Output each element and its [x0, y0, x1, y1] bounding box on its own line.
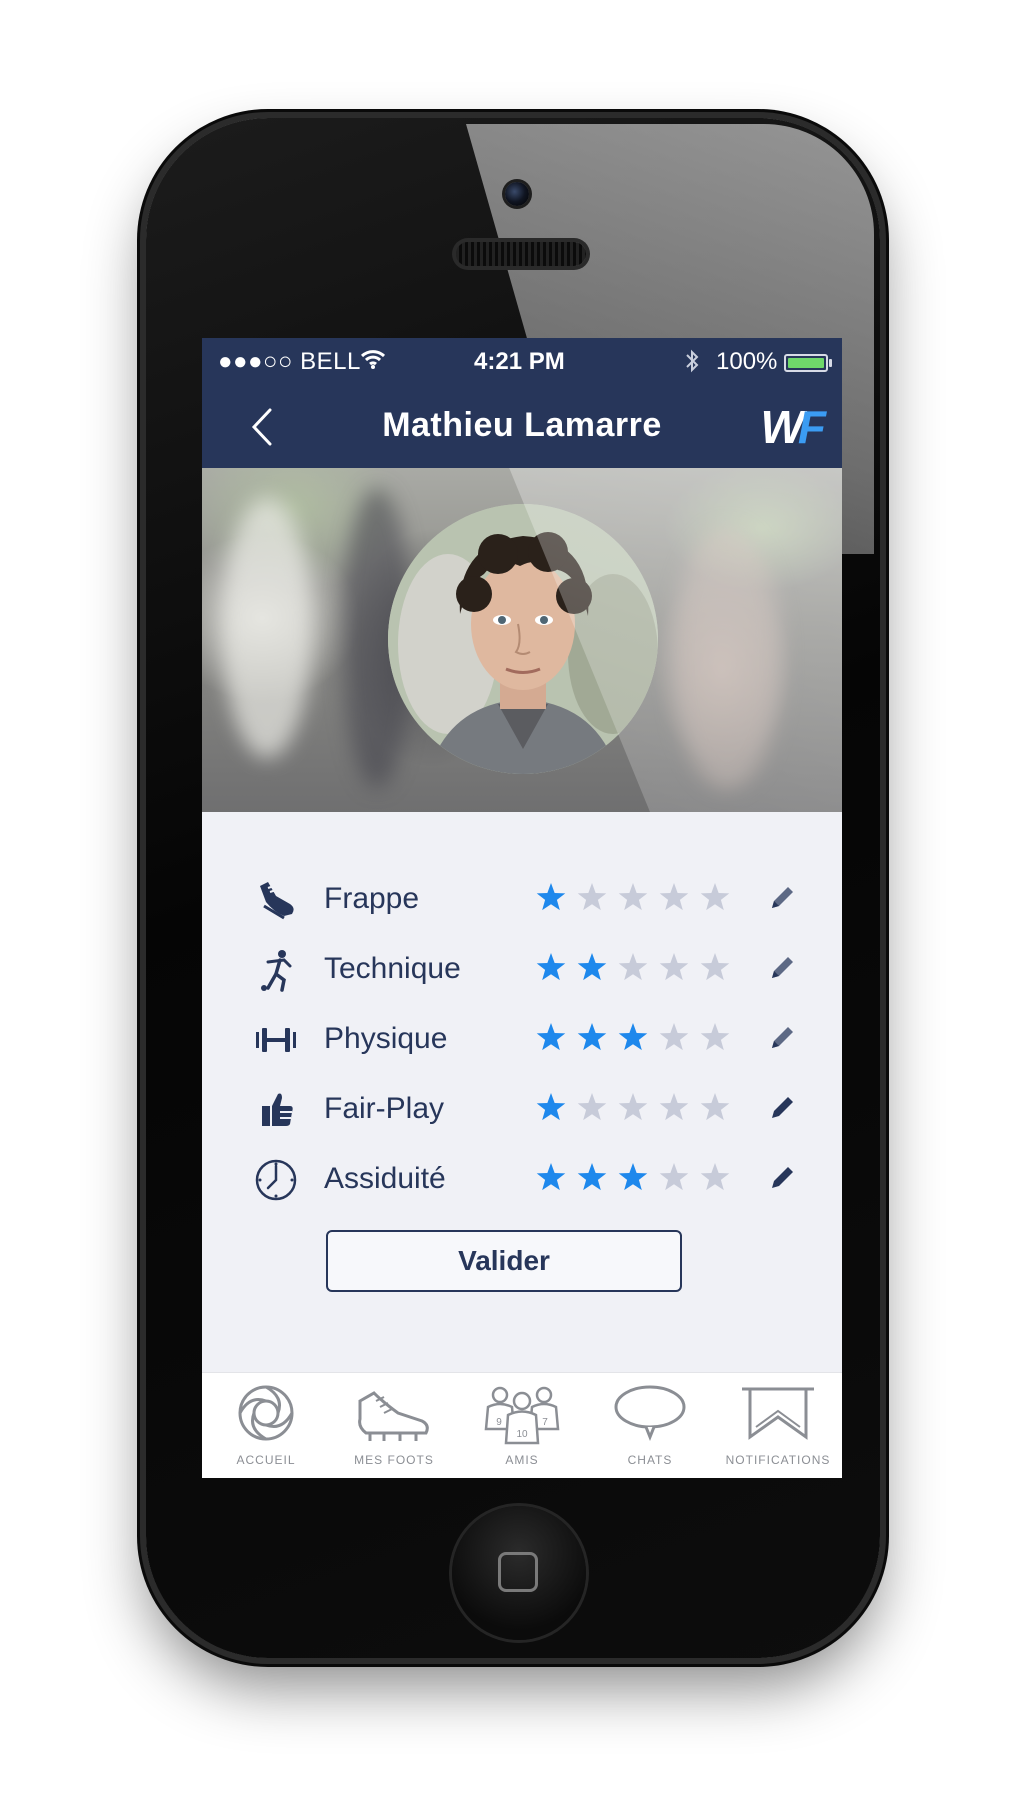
- home-square-icon: [498, 1552, 538, 1592]
- bookmark-icon: [742, 1387, 814, 1440]
- home-swirl-icon: [238, 1385, 294, 1441]
- star-filled-icon[interactable]: [534, 880, 568, 914]
- stage: ●●●○○ BELL 4:21 PM 100% Mathieu Lamarre …: [0, 0, 1011, 1818]
- star-empty-icon[interactable]: [698, 880, 732, 914]
- jersey-number: 9: [496, 1417, 502, 1428]
- carrier-label: ●●●○○ BELL: [218, 348, 361, 375]
- star-filled-icon[interactable]: [616, 1020, 650, 1054]
- star-filled-icon[interactable]: [534, 1020, 568, 1054]
- star-filled-icon[interactable]: [575, 1020, 609, 1054]
- status-bar: ●●●○○ BELL 4:21 PM 100%: [202, 338, 842, 386]
- star-empty-icon[interactable]: [657, 1160, 691, 1194]
- rating-label: Technique: [324, 952, 461, 985]
- logo-w: W: [760, 401, 803, 453]
- validate-button[interactable]: Valider: [326, 1230, 682, 1292]
- tab-chats[interactable]: CHATS: [586, 1373, 714, 1478]
- star-empty-icon[interactable]: [657, 950, 691, 984]
- profile-photo[interactable]: [388, 504, 658, 774]
- star-empty-icon[interactable]: [698, 1020, 732, 1054]
- blurred-figure: [222, 498, 312, 758]
- blurred-figure: [672, 528, 782, 788]
- star-rating[interactable]: [534, 1090, 744, 1130]
- star-rating[interactable]: [534, 950, 744, 990]
- friends-icon: 9 10 7: [484, 1386, 560, 1445]
- pencil-icon[interactable]: [766, 1162, 798, 1194]
- football-boot-icon: [358, 1391, 429, 1441]
- star-rating[interactable]: [534, 1020, 744, 1060]
- star-filled-icon[interactable]: [534, 1160, 568, 1194]
- pencil-icon[interactable]: [766, 952, 798, 984]
- star-empty-icon[interactable]: [698, 950, 732, 984]
- tab-notifications[interactable]: NOTIFICATIONS: [714, 1373, 842, 1478]
- star-empty-icon[interactable]: [657, 880, 691, 914]
- star-empty-icon[interactable]: [616, 880, 650, 914]
- star-empty-icon[interactable]: [616, 1090, 650, 1124]
- thumbs-up-icon: [254, 1088, 298, 1132]
- rating-label: Physique: [324, 1022, 448, 1055]
- bluetooth-icon: [684, 348, 700, 381]
- kicking-player-icon: [254, 948, 298, 992]
- tab-bar: ACCUEIL MES FOOTS 9 10 7 AMIS CHATS NOTI…: [202, 1372, 842, 1478]
- navigation-bar: Mathieu Lamarre WF: [202, 386, 842, 468]
- rating-label: Frappe: [324, 882, 420, 915]
- star-filled-icon[interactable]: [534, 950, 568, 984]
- star-empty-icon[interactable]: [698, 1090, 732, 1124]
- tab-accueil[interactable]: ACCUEIL: [202, 1373, 330, 1478]
- front-camera: [505, 182, 529, 206]
- star-filled-icon[interactable]: [616, 1160, 650, 1194]
- portrait-illustration: [388, 504, 658, 774]
- star-empty-icon[interactable]: [657, 1090, 691, 1124]
- tab-label: AMIS: [505, 1453, 539, 1467]
- tab-mes-foots[interactable]: MES FOOTS: [330, 1373, 458, 1478]
- star-filled-icon[interactable]: [575, 950, 609, 984]
- page-title: Mathieu Lamarre: [382, 406, 662, 444]
- clock-time: 4:21 PM: [474, 348, 565, 375]
- tab-label: CHATS: [627, 1453, 673, 1467]
- tab-amis[interactable]: 9 10 7 AMIS: [458, 1373, 586, 1478]
- rating-row-technique: Technique: [202, 940, 842, 1000]
- star-rating[interactable]: [534, 1160, 744, 1200]
- tab-label: NOTIFICATIONS: [725, 1453, 831, 1467]
- star-empty-icon[interactable]: [575, 1090, 609, 1124]
- wf-logo: WF: [760, 400, 826, 454]
- logo-f: F: [797, 401, 826, 453]
- rating-row-assiduite: Assiduité: [202, 1150, 842, 1210]
- pencil-icon[interactable]: [766, 1022, 798, 1054]
- star-filled-icon[interactable]: [534, 1090, 568, 1124]
- earpiece-speaker: [456, 242, 586, 266]
- tab-label: MES FOOTS: [354, 1453, 434, 1467]
- rating-label: Fair-Play: [324, 1092, 445, 1125]
- chat-bubble-icon: [614, 1385, 686, 1442]
- star-empty-icon[interactable]: [616, 950, 650, 984]
- star-empty-icon[interactable]: [657, 1020, 691, 1054]
- battery-tip: [829, 359, 832, 367]
- jersey-number: 7: [542, 1417, 548, 1428]
- rating-label: Assiduité: [324, 1162, 446, 1195]
- clock-icon: [254, 1158, 298, 1202]
- rating-row-frappe: Frappe: [202, 870, 842, 930]
- star-empty-icon[interactable]: [575, 880, 609, 914]
- tab-label: ACCUEIL: [236, 1453, 296, 1467]
- battery-fill: [788, 358, 824, 368]
- jersey-number: 10: [516, 1429, 528, 1440]
- football-boot-icon: [254, 878, 298, 922]
- dumbbell-icon: [254, 1018, 298, 1062]
- screen: ●●●○○ BELL 4:21 PM 100% Mathieu Lamarre …: [202, 338, 842, 1478]
- home-button[interactable]: [452, 1506, 586, 1640]
- pencil-icon[interactable]: [766, 882, 798, 914]
- pencil-icon[interactable]: [766, 1092, 798, 1124]
- wifi-icon: [360, 348, 386, 377]
- star-empty-icon[interactable]: [698, 1160, 732, 1194]
- battery-percentage: 100%: [716, 348, 778, 375]
- star-filled-icon[interactable]: [575, 1160, 609, 1194]
- rating-row-physique: Physique: [202, 1010, 842, 1070]
- star-rating[interactable]: [534, 880, 744, 920]
- cover-background: [202, 468, 842, 812]
- battery-icon: [784, 354, 828, 372]
- rating-row-fair-play: Fair-Play: [202, 1080, 842, 1140]
